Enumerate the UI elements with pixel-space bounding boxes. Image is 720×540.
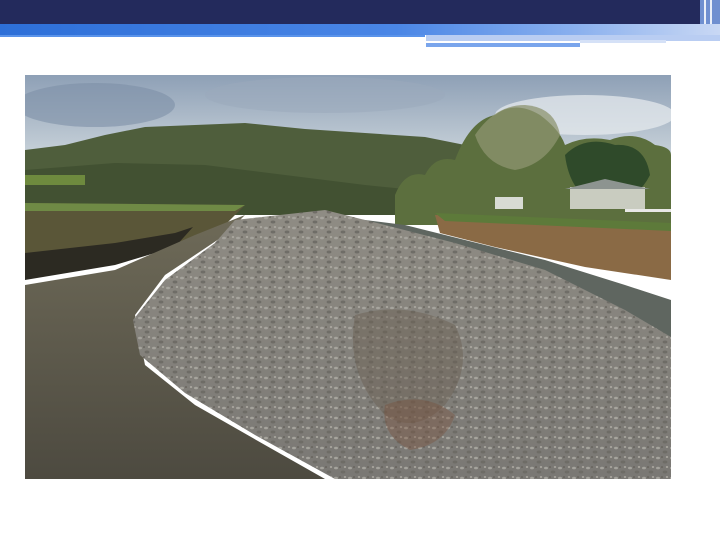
river-gravel-bar-photo xyxy=(25,75,671,479)
header-blue-band xyxy=(0,24,720,35)
green-field xyxy=(25,175,85,185)
cloud xyxy=(205,77,445,113)
farm-building xyxy=(495,197,523,209)
header-sub-bar xyxy=(580,40,666,43)
slide-title-bar xyxy=(0,0,700,24)
header-rule xyxy=(0,35,425,37)
photo-illustration xyxy=(25,75,671,479)
header-sub-bar xyxy=(426,43,580,47)
title-bar-accent xyxy=(700,0,720,48)
fence xyxy=(625,209,671,212)
header-sub-bar xyxy=(426,35,720,41)
farm-building xyxy=(570,187,645,209)
